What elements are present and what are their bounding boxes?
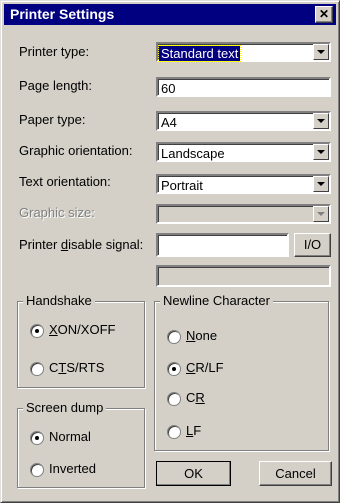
normal-radio[interactable] — [30, 431, 44, 445]
ok-button[interactable]: OK — [156, 461, 231, 486]
text-orientation-value: Portrait — [161, 178, 203, 193]
xon-xoff-label[interactable]: XON/XOFF — [49, 322, 115, 337]
graphic-size-select — [156, 204, 331, 224]
chevron-down-icon[interactable] — [313, 113, 329, 129]
handshake-legend: Handshake — [23, 293, 95, 308]
printer-type-select[interactable]: Standard text — [156, 42, 331, 62]
screen-dump-group: Screen dump Normal Inverted — [17, 400, 145, 488]
io-button[interactable]: I/O — [294, 233, 331, 257]
handshake-group: Handshake XON/XOFF CTS/RTS — [17, 293, 145, 388]
cts-rts-label[interactable]: CTS/RTS — [49, 360, 104, 375]
chevron-down-icon — [313, 206, 329, 222]
newline-crlf-radio[interactable] — [167, 362, 181, 376]
newline-character-legend: Newline Character — [160, 293, 273, 308]
window-title: Printer Settings — [10, 6, 115, 22]
chevron-down-icon[interactable] — [313, 44, 329, 60]
newline-none-radio[interactable] — [167, 330, 181, 344]
printer-type-value: Standard text — [157, 45, 242, 62]
newline-none-label[interactable]: None — [186, 328, 217, 343]
newline-lf-label[interactable]: LF — [186, 423, 201, 438]
signal-display-field — [156, 265, 331, 287]
inverted-label[interactable]: Inverted — [49, 461, 96, 476]
page-length-label: Page length: — [19, 78, 93, 93]
chevron-down-icon[interactable] — [313, 176, 329, 192]
xon-xoff-radio[interactable] — [30, 324, 44, 338]
normal-label[interactable]: Normal — [49, 429, 91, 444]
graphic-orientation-value: Landscape — [161, 146, 225, 161]
text-orientation-label: Text orientation: — [19, 174, 111, 189]
page-length-input[interactable]: 60 — [156, 77, 331, 97]
close-button[interactable]: ✕ — [315, 6, 333, 23]
graphic-orientation-label: Graphic orientation: — [19, 143, 133, 158]
newline-crlf-label[interactable]: CR/LF — [186, 360, 224, 375]
newline-cr-radio[interactable] — [167, 392, 181, 406]
newline-character-group: Newline Character None CR/LF CR LF — [154, 293, 329, 451]
printer-type-label: Printer type: — [19, 44, 90, 59]
title-bar: Printer Settings ✕ — [4, 4, 336, 25]
graphic-size-label: Graphic size: — [19, 205, 95, 220]
printer-settings-dialog: Printer Settings ✕ Printer type: Standar… — [0, 0, 340, 503]
chevron-down-icon[interactable] — [313, 144, 329, 160]
newline-cr-label[interactable]: CR — [186, 390, 205, 405]
cts-rts-radio[interactable] — [30, 362, 44, 376]
cancel-button[interactable]: Cancel — [259, 461, 332, 486]
paper-type-select[interactable]: A4 — [156, 111, 331, 131]
printer-disable-signal-label: Printer disable signal: — [19, 237, 144, 252]
inverted-radio[interactable] — [30, 463, 44, 477]
graphic-orientation-select[interactable]: Landscape — [156, 142, 331, 162]
paper-type-value: A4 — [161, 115, 177, 130]
text-orientation-select[interactable]: Portrait — [156, 174, 331, 194]
paper-type-label: Paper type: — [19, 112, 86, 127]
page-length-value: 60 — [161, 81, 176, 96]
screen-dump-legend: Screen dump — [23, 400, 107, 415]
close-icon: ✕ — [318, 7, 330, 21]
printer-disable-signal-input[interactable] — [156, 233, 289, 257]
newline-lf-radio[interactable] — [167, 425, 181, 439]
